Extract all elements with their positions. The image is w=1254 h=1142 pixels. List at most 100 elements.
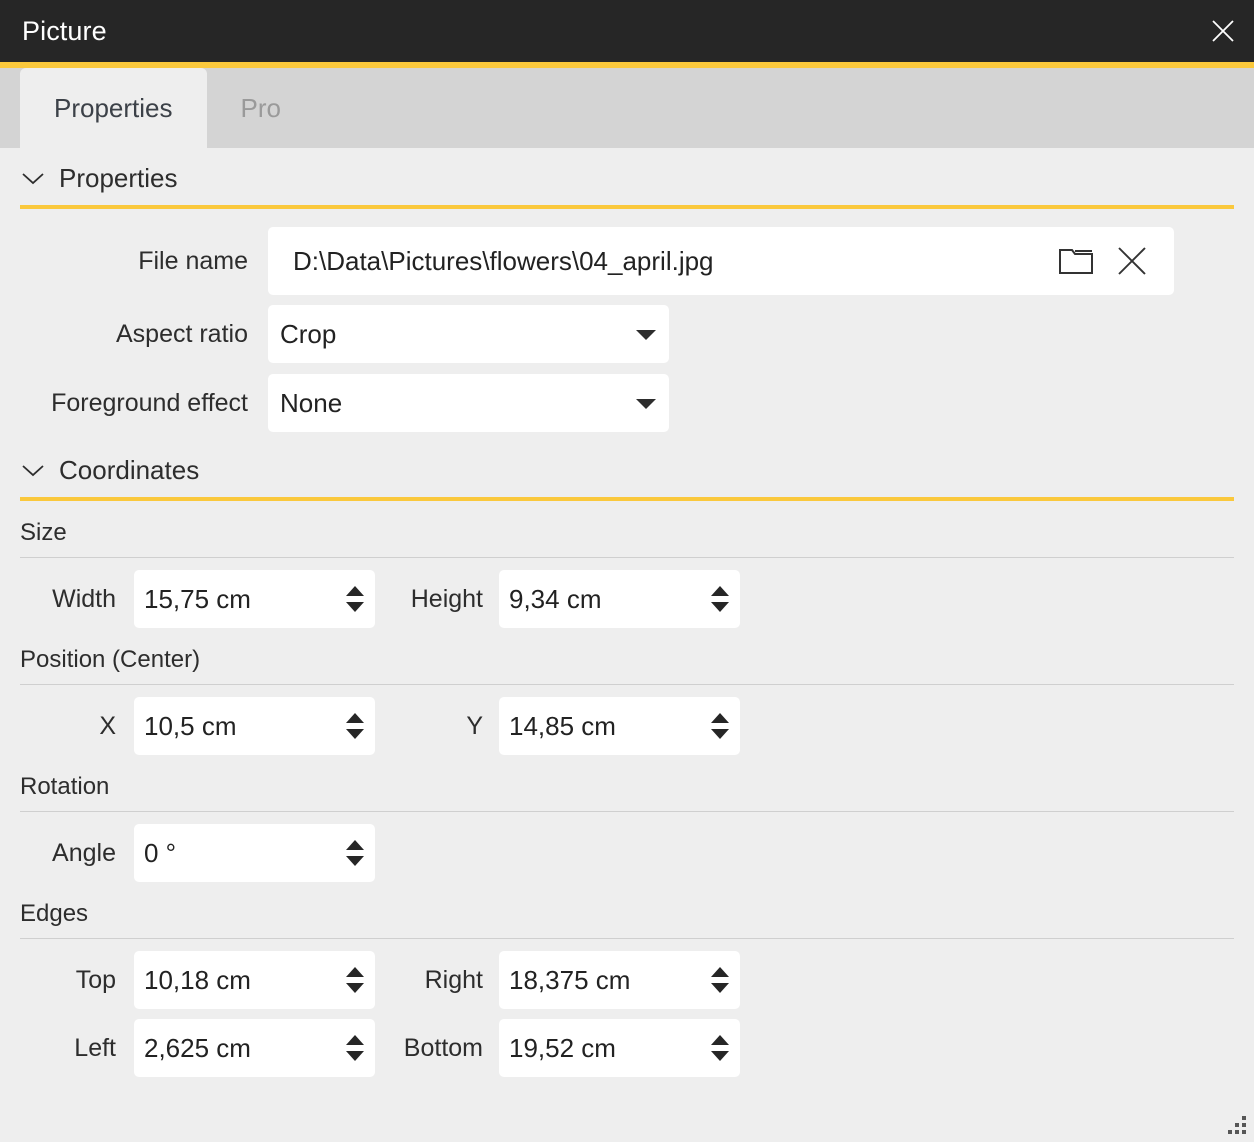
file-name-value[interactable]: D:\Data\Pictures\flowers\04_april.jpg	[268, 246, 1048, 277]
resize-grip[interactable]	[1220, 1108, 1246, 1134]
row-aspect-ratio: Aspect ratio Crop	[0, 305, 1254, 363]
subgroup-rule-rotation	[20, 811, 1234, 812]
subgroup-rule-size	[20, 557, 1234, 558]
edge-right-label: Right	[375, 966, 483, 995]
width-label: Width	[0, 585, 116, 614]
window-title: Picture	[0, 16, 107, 47]
height-spin-down-button[interactable]	[700, 599, 740, 623]
section-rule-properties	[20, 205, 1234, 209]
edge-top-spin-down-button[interactable]	[335, 980, 375, 1004]
position-x-spin-up-button[interactable]	[335, 702, 375, 726]
position-x-label: X	[0, 712, 116, 741]
row-file-name: File name D:\Data\Pictures\flowers\04_ap…	[0, 227, 1254, 295]
section-title-coordinates: Coordinates	[59, 455, 199, 486]
height-spin-up-button[interactable]	[700, 575, 740, 599]
subgroup-rule-position	[20, 684, 1234, 685]
chevron-down-icon	[20, 457, 46, 483]
tab-pro[interactable]: Pro	[207, 68, 315, 148]
edge-top-value[interactable]: 10,18 cm	[134, 965, 335, 996]
edge-left-label: Left	[0, 1034, 116, 1063]
position-x-spin-down-button[interactable]	[335, 726, 375, 750]
edge-left-spin-down-button[interactable]	[335, 1048, 375, 1072]
chevron-down-icon	[623, 397, 669, 410]
edge-top-spinner[interactable]: 10,18 cm	[134, 951, 375, 1009]
edge-left-spin-buttons	[335, 1019, 375, 1077]
edge-bottom-spin-up-button[interactable]	[700, 1024, 740, 1048]
row-foreground-effect: Foreground effect None	[0, 374, 1254, 432]
section-header-coordinates[interactable]: Coordinates	[0, 448, 1254, 492]
foreground-effect-dropdown[interactable]: None	[268, 374, 669, 432]
edge-right-spin-buttons	[700, 951, 740, 1009]
aspect-ratio-label: Aspect ratio	[0, 320, 248, 349]
edge-top-spin-up-button[interactable]	[335, 956, 375, 980]
angle-spin-up-button[interactable]	[335, 829, 375, 853]
width-value[interactable]: 15,75 cm	[134, 584, 335, 615]
edge-right-spinner[interactable]: 18,375 cm	[499, 951, 740, 1009]
tab-properties-label: Properties	[54, 93, 173, 124]
edge-bottom-spin-down-button[interactable]	[700, 1048, 740, 1072]
edge-bottom-label: Bottom	[375, 1034, 483, 1063]
edge-bottom-value[interactable]: 19,52 cm	[499, 1033, 700, 1064]
edge-left-value[interactable]: 2,625 cm	[134, 1033, 335, 1064]
tab-pro-label: Pro	[241, 93, 281, 124]
picture-properties-window: Picture Properties Pro Properties	[0, 0, 1254, 1142]
row-size: Width 15,75 cm Height 9,34 cm	[0, 570, 1254, 628]
close-icon	[1115, 244, 1149, 278]
width-spin-down-button[interactable]	[335, 599, 375, 623]
section-title-properties: Properties	[59, 163, 178, 194]
subgroup-title-position: Position (Center)	[0, 646, 1254, 674]
clear-file-name-button[interactable]	[1104, 233, 1160, 289]
height-spinner[interactable]: 9,34 cm	[499, 570, 740, 628]
width-spin-up-button[interactable]	[335, 575, 375, 599]
height-spin-buttons	[700, 570, 740, 628]
subgroup-rule-edges	[20, 938, 1234, 939]
angle-value[interactable]: 0 °	[134, 838, 335, 869]
angle-spin-down-button[interactable]	[335, 853, 375, 877]
edge-right-spin-up-button[interactable]	[700, 956, 740, 980]
foreground-effect-label: Foreground effect	[0, 389, 248, 418]
close-icon	[1209, 17, 1237, 45]
angle-spin-buttons	[335, 824, 375, 882]
position-x-value[interactable]: 10,5 cm	[134, 711, 335, 742]
tab-properties[interactable]: Properties	[20, 68, 207, 148]
width-spinner[interactable]: 15,75 cm	[134, 570, 375, 628]
chevron-down-icon	[623, 328, 669, 341]
folder-open-icon	[1058, 245, 1094, 277]
position-y-spinner[interactable]: 14,85 cm	[499, 697, 740, 755]
chevron-down-icon	[20, 165, 46, 191]
position-y-spin-up-button[interactable]	[700, 702, 740, 726]
row-edges-left-bottom: Left 2,625 cm Bottom 19,52 cm	[0, 1019, 1254, 1077]
section-header-properties[interactable]: Properties	[0, 156, 1254, 200]
panel-content: Properties File name D:\Data\Pictures\fl…	[0, 148, 1254, 1142]
angle-spinner[interactable]: 0 °	[134, 824, 375, 882]
position-y-spin-buttons	[700, 697, 740, 755]
foreground-effect-value: None	[268, 388, 623, 419]
section-rule-coordinates	[20, 497, 1234, 501]
aspect-ratio-dropdown[interactable]: Crop	[268, 305, 669, 363]
edge-top-label: Top	[0, 966, 116, 995]
position-y-spin-down-button[interactable]	[700, 726, 740, 750]
position-x-spinner[interactable]: 10,5 cm	[134, 697, 375, 755]
width-spin-buttons	[335, 570, 375, 628]
edge-bottom-spin-buttons	[700, 1019, 740, 1077]
file-name-field[interactable]: D:\Data\Pictures\flowers\04_april.jpg	[268, 227, 1174, 295]
position-y-value[interactable]: 14,85 cm	[499, 711, 700, 742]
height-label: Height	[375, 585, 483, 614]
row-rotation: Angle 0 °	[0, 824, 1254, 882]
edge-left-spin-up-button[interactable]	[335, 1024, 375, 1048]
aspect-ratio-value: Crop	[268, 319, 623, 350]
position-y-label: Y	[375, 712, 483, 741]
tab-strip: Properties Pro	[0, 68, 1254, 148]
subgroup-title-size: Size	[0, 519, 1254, 547]
edge-right-value[interactable]: 18,375 cm	[499, 965, 700, 996]
title-bar: Picture	[0, 0, 1254, 62]
edge-top-spin-buttons	[335, 951, 375, 1009]
browse-file-button[interactable]	[1048, 233, 1104, 289]
position-x-spin-buttons	[335, 697, 375, 755]
edge-right-spin-down-button[interactable]	[700, 980, 740, 1004]
edge-bottom-spinner[interactable]: 19,52 cm	[499, 1019, 740, 1077]
height-value[interactable]: 9,34 cm	[499, 584, 700, 615]
close-button[interactable]	[1192, 0, 1254, 62]
subgroup-title-edges: Edges	[0, 900, 1254, 928]
edge-left-spinner[interactable]: 2,625 cm	[134, 1019, 375, 1077]
